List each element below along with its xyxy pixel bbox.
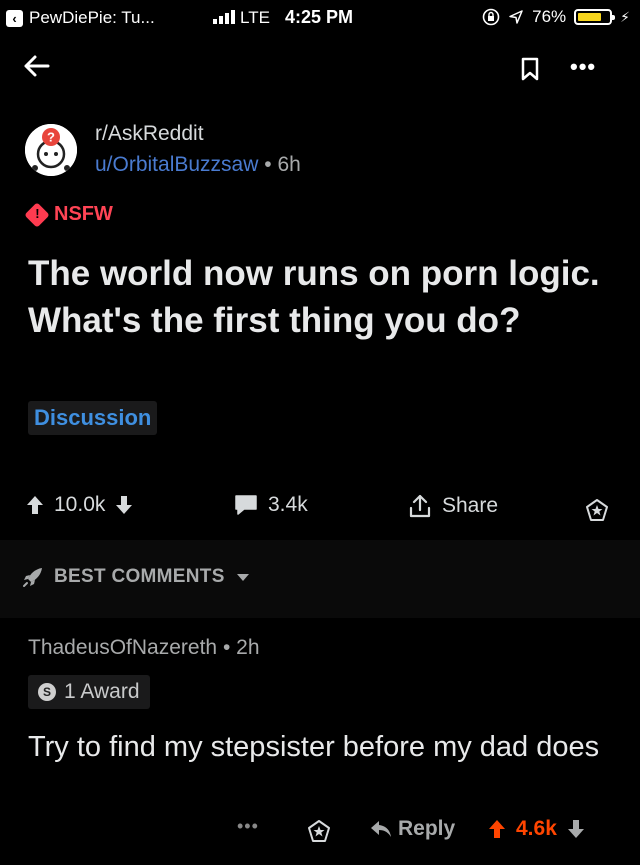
bookmark-icon[interactable] xyxy=(520,57,540,81)
post-author-line: u/OrbitalBuzzsaw • 6h xyxy=(95,153,301,177)
battery-icon xyxy=(574,9,616,25)
clock: 4:25 PM xyxy=(285,7,354,27)
reply-label: Reply xyxy=(398,817,456,840)
award-count: 1 Award xyxy=(64,680,140,703)
separator: • xyxy=(222,636,231,659)
status-bar: ‹ PewDiePie: Tu... LTE 4:25 PM 76% ⚡ xyxy=(0,0,640,36)
battery-percent: 76% xyxy=(532,7,567,26)
comment-award-icon[interactable] xyxy=(306,818,332,844)
comments-button[interactable]: 3.4k xyxy=(234,493,308,517)
nsfw-icon xyxy=(24,201,50,228)
comment-upvote-icon[interactable] xyxy=(488,819,506,839)
back-to-app[interactable]: ‹ PewDiePie: Tu... xyxy=(6,8,155,28)
back-arrow-icon[interactable] xyxy=(20,50,52,82)
comment-vote-bar: 4.6k xyxy=(488,817,585,841)
downvote-icon[interactable] xyxy=(115,495,133,515)
comment-downvote-icon[interactable] xyxy=(567,819,585,839)
share-icon xyxy=(409,494,431,518)
back-to-app-label: PewDiePie: Tu... xyxy=(29,8,155,27)
subreddit-avatar[interactable]: ? xyxy=(25,124,77,176)
comment-author[interactable]: ThadeusOfNazereth xyxy=(28,636,217,659)
svg-text:?: ? xyxy=(47,130,55,145)
more-options-icon[interactable]: ••• xyxy=(570,54,596,80)
comment-body: Try to find my stepsister before my dad … xyxy=(28,731,600,763)
sort-comments-button[interactable]: BEST COMMENTS xyxy=(22,566,249,588)
vote-bar: 10.0k xyxy=(26,493,133,517)
share-button[interactable]: Share xyxy=(408,493,498,519)
subreddit-name[interactable]: r/AskReddit xyxy=(95,122,204,146)
charging-icon: ⚡ xyxy=(620,8,630,25)
upvote-icon[interactable] xyxy=(26,495,44,515)
post-score: 10.0k xyxy=(54,493,106,516)
network-type: LTE xyxy=(240,8,270,27)
nsfw-label: NSFW xyxy=(54,203,113,225)
status-right: 76% ⚡ xyxy=(482,7,630,27)
comment-age: 2h xyxy=(236,636,260,659)
signal-icon xyxy=(213,8,235,24)
reply-button[interactable]: Reply xyxy=(370,817,455,841)
rocket-icon xyxy=(23,568,42,587)
comment-award-badge[interactable]: S 1 Award xyxy=(28,675,150,709)
comment-icon xyxy=(235,495,257,515)
separator: • xyxy=(264,153,272,176)
location-icon xyxy=(509,10,523,24)
post-age: 6h xyxy=(277,153,301,176)
sort-label: BEST COMMENTS xyxy=(54,566,225,587)
orientation-lock-icon xyxy=(482,8,500,26)
comment-more-options-icon[interactable]: ••• xyxy=(237,816,259,837)
reply-icon xyxy=(371,821,391,837)
post-title: The world now runs on porn logic. What's… xyxy=(28,254,600,340)
nsfw-tag: NSFW xyxy=(24,201,113,228)
post-author[interactable]: u/OrbitalBuzzsaw xyxy=(95,153,258,176)
share-label: Share xyxy=(442,494,499,517)
post-flair[interactable]: Discussion xyxy=(28,401,158,435)
comment-count: 3.4k xyxy=(268,493,308,516)
back-to-app-icon: ‹ xyxy=(6,9,23,27)
chevron-down-icon xyxy=(236,573,249,581)
silver-award-icon: S xyxy=(38,683,56,701)
award-icon[interactable] xyxy=(584,497,610,523)
comment-score: 4.6k xyxy=(516,817,557,840)
askreddit-logo: ? xyxy=(25,124,77,176)
comment-meta: ThadeusOfNazereth • 2h xyxy=(28,636,260,660)
